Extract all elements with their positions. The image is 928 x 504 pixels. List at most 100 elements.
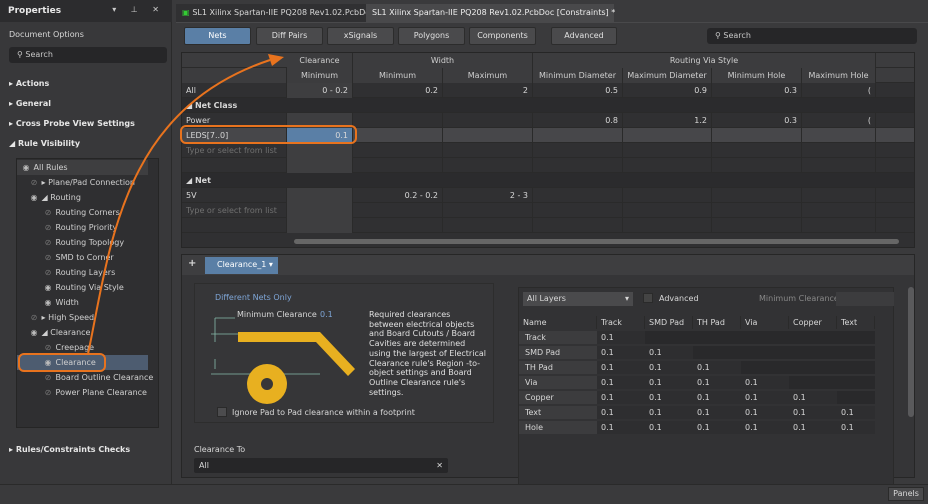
grid-cell[interactable]: 0.2 xyxy=(353,83,443,98)
grid-cell[interactable] xyxy=(287,158,353,173)
tree-item[interactable]: ⊘ Routing Corners xyxy=(17,205,148,220)
grid-cell[interactable]: 0.8 xyxy=(533,113,623,128)
grid-cell[interactable]: 0.3 xyxy=(712,83,802,98)
matrix-cell[interactable]: 0.1 xyxy=(645,361,693,374)
grid-cell[interactable] xyxy=(353,113,443,128)
eye-hidden-icon[interactable]: ⊘ xyxy=(43,265,53,280)
panel-header-icons[interactable]: ▾ ⊥ ✕ xyxy=(112,5,165,14)
layers-dropdown[interactable]: All Layers ▾ xyxy=(523,292,633,306)
matrix-cell[interactable]: 0.1 xyxy=(597,376,645,389)
grid-cell[interactable] xyxy=(533,143,623,158)
grid-cell[interactable]: 0.1 xyxy=(287,128,353,143)
matrix-cell[interactable] xyxy=(789,331,837,344)
matrix-cell[interactable] xyxy=(837,346,875,359)
column-header[interactable]: Minimum xyxy=(287,68,353,83)
grid-cell[interactable]: ( xyxy=(802,83,876,98)
tab-pcbdoc[interactable]: ▣ SL1 Xilinx Spartan-IIE PQ208 Rev1.02.P… xyxy=(176,4,375,22)
grid-cell[interactable] xyxy=(802,218,876,233)
grid-cell[interactable] xyxy=(623,203,712,218)
matrix-cell[interactable] xyxy=(789,376,837,389)
section-rule-visibility[interactable]: ◢ Rule Visibility xyxy=(9,139,80,148)
tree-item[interactable]: ◉ ◢ Routing xyxy=(17,190,148,205)
expand-icon[interactable]: ▸ xyxy=(42,178,46,187)
matrix-cell[interactable]: 0.1 xyxy=(645,421,693,434)
grid-cell[interactable] xyxy=(287,143,353,158)
grid-cell[interactable]: 0.9 xyxy=(623,83,712,98)
grid-cell[interactable] xyxy=(802,158,876,173)
matrix-cell[interactable] xyxy=(789,361,837,374)
matrix-cell[interactable] xyxy=(837,361,875,374)
tree-item[interactable]: ⊘ SMD to Corner xyxy=(17,250,148,265)
grid-cell[interactable] xyxy=(533,188,623,203)
grid-cell[interactable] xyxy=(712,188,802,203)
tree-item[interactable]: ⊘ Creepage xyxy=(17,340,148,355)
matrix-cell[interactable]: 0.1 xyxy=(789,391,837,404)
grid-cell[interactable] xyxy=(353,218,443,233)
matrix-cell[interactable]: 0.1 xyxy=(837,421,875,434)
grid-cell[interactable]: 0.2 - 0.2 xyxy=(353,188,443,203)
eye-hidden-icon[interactable]: ⊘ xyxy=(43,220,53,235)
eye-hidden-icon[interactable]: ⊘ xyxy=(43,370,53,385)
grid-search-input[interactable]: ⚲ Search xyxy=(707,28,917,44)
matrix-cell[interactable]: 0.1 xyxy=(693,391,741,404)
column-header[interactable]: Minimum xyxy=(353,68,443,83)
diff-pairs-button[interactable]: Diff Pairs xyxy=(256,27,323,45)
matrix-cell[interactable]: 0.1 xyxy=(597,361,645,374)
matrix-cell[interactable]: 0.1 xyxy=(645,376,693,389)
panels-button[interactable]: Panels xyxy=(888,487,924,501)
matrix-cell[interactable] xyxy=(645,331,693,344)
matrix-cell[interactable]: 0.1 xyxy=(597,331,645,344)
matrix-cell[interactable] xyxy=(837,391,875,404)
grid-cell[interactable] xyxy=(712,143,802,158)
grid-cell[interactable]: 0.5 xyxy=(533,83,623,98)
grid-cell[interactable] xyxy=(287,218,353,233)
grid-cell[interactable] xyxy=(443,128,533,143)
eye-hidden-icon[interactable]: ⊘ xyxy=(29,175,39,190)
column-header[interactable]: Minimum Hole xyxy=(712,68,802,83)
rule-tab-clearance[interactable]: Clearance_1 ▾ xyxy=(205,257,278,274)
tree-item[interactable]: ◉ Width xyxy=(17,295,148,310)
scrollbar[interactable] xyxy=(908,287,914,417)
section-actions[interactable]: ▸ Actions xyxy=(9,79,49,88)
grid-cell[interactable] xyxy=(802,203,876,218)
eye-icon[interactable]: ◉ xyxy=(43,295,53,310)
panel-search-input[interactable]: ⚲ Search xyxy=(9,47,167,63)
matrix-cell[interactable]: 0.1 xyxy=(645,406,693,419)
grid-cell[interactable]: 2 xyxy=(443,83,533,98)
min-clearance-field[interactable] xyxy=(836,292,894,306)
matrix-cell[interactable]: 0.1 xyxy=(597,391,645,404)
eye-hidden-icon[interactable]: ⊘ xyxy=(43,250,53,265)
nets-button[interactable]: Nets xyxy=(184,27,251,45)
grid-cell[interactable] xyxy=(712,218,802,233)
eye-hidden-icon[interactable]: ⊘ xyxy=(43,205,53,220)
grid-cell[interactable] xyxy=(353,203,443,218)
grid-cell[interactable] xyxy=(287,203,353,218)
tree-item[interactable]: ⊘ Routing Layers xyxy=(17,265,148,280)
grid-cell[interactable] xyxy=(712,158,802,173)
matrix-cell[interactable] xyxy=(741,346,789,359)
clear-icon[interactable]: ✕ xyxy=(436,461,443,470)
eye-icon[interactable]: ◉ xyxy=(21,160,31,175)
tree-item[interactable]: ◉ Clearance xyxy=(17,355,148,370)
matrix-cell[interactable]: 0.1 xyxy=(693,376,741,389)
grid-cell[interactable] xyxy=(623,143,712,158)
advanced-button[interactable]: Advanced xyxy=(551,27,617,45)
matrix-cell[interactable]: 0.1 xyxy=(741,421,789,434)
expand-icon[interactable]: ▸ xyxy=(42,313,46,322)
column-header[interactable]: Maximum Diameter xyxy=(623,68,712,83)
grid-cell[interactable] xyxy=(443,113,533,128)
matrix-cell[interactable]: 0.1 xyxy=(789,406,837,419)
tree-item[interactable]: ⊘ ▸ High Speed xyxy=(17,310,148,325)
grid-cell[interactable] xyxy=(802,143,876,158)
eye-icon[interactable]: ◉ xyxy=(29,190,39,205)
matrix-cell[interactable]: 0.1 xyxy=(597,346,645,359)
matrix-cell[interactable] xyxy=(837,376,875,389)
tree-item[interactable]: ⊘ Routing Topology xyxy=(17,235,148,250)
matrix-cell[interactable]: 0.1 xyxy=(645,346,693,359)
grid-cell[interactable] xyxy=(287,188,353,203)
tree-item[interactable]: ⊘ Routing Priority xyxy=(17,220,148,235)
grid-cell[interactable] xyxy=(353,143,443,158)
ignore-pad-checkbox[interactable] xyxy=(217,407,227,417)
eye-icon[interactable]: ◉ xyxy=(43,355,53,370)
tree-item[interactable]: ⊘ Board Outline Clearance xyxy=(17,370,154,385)
